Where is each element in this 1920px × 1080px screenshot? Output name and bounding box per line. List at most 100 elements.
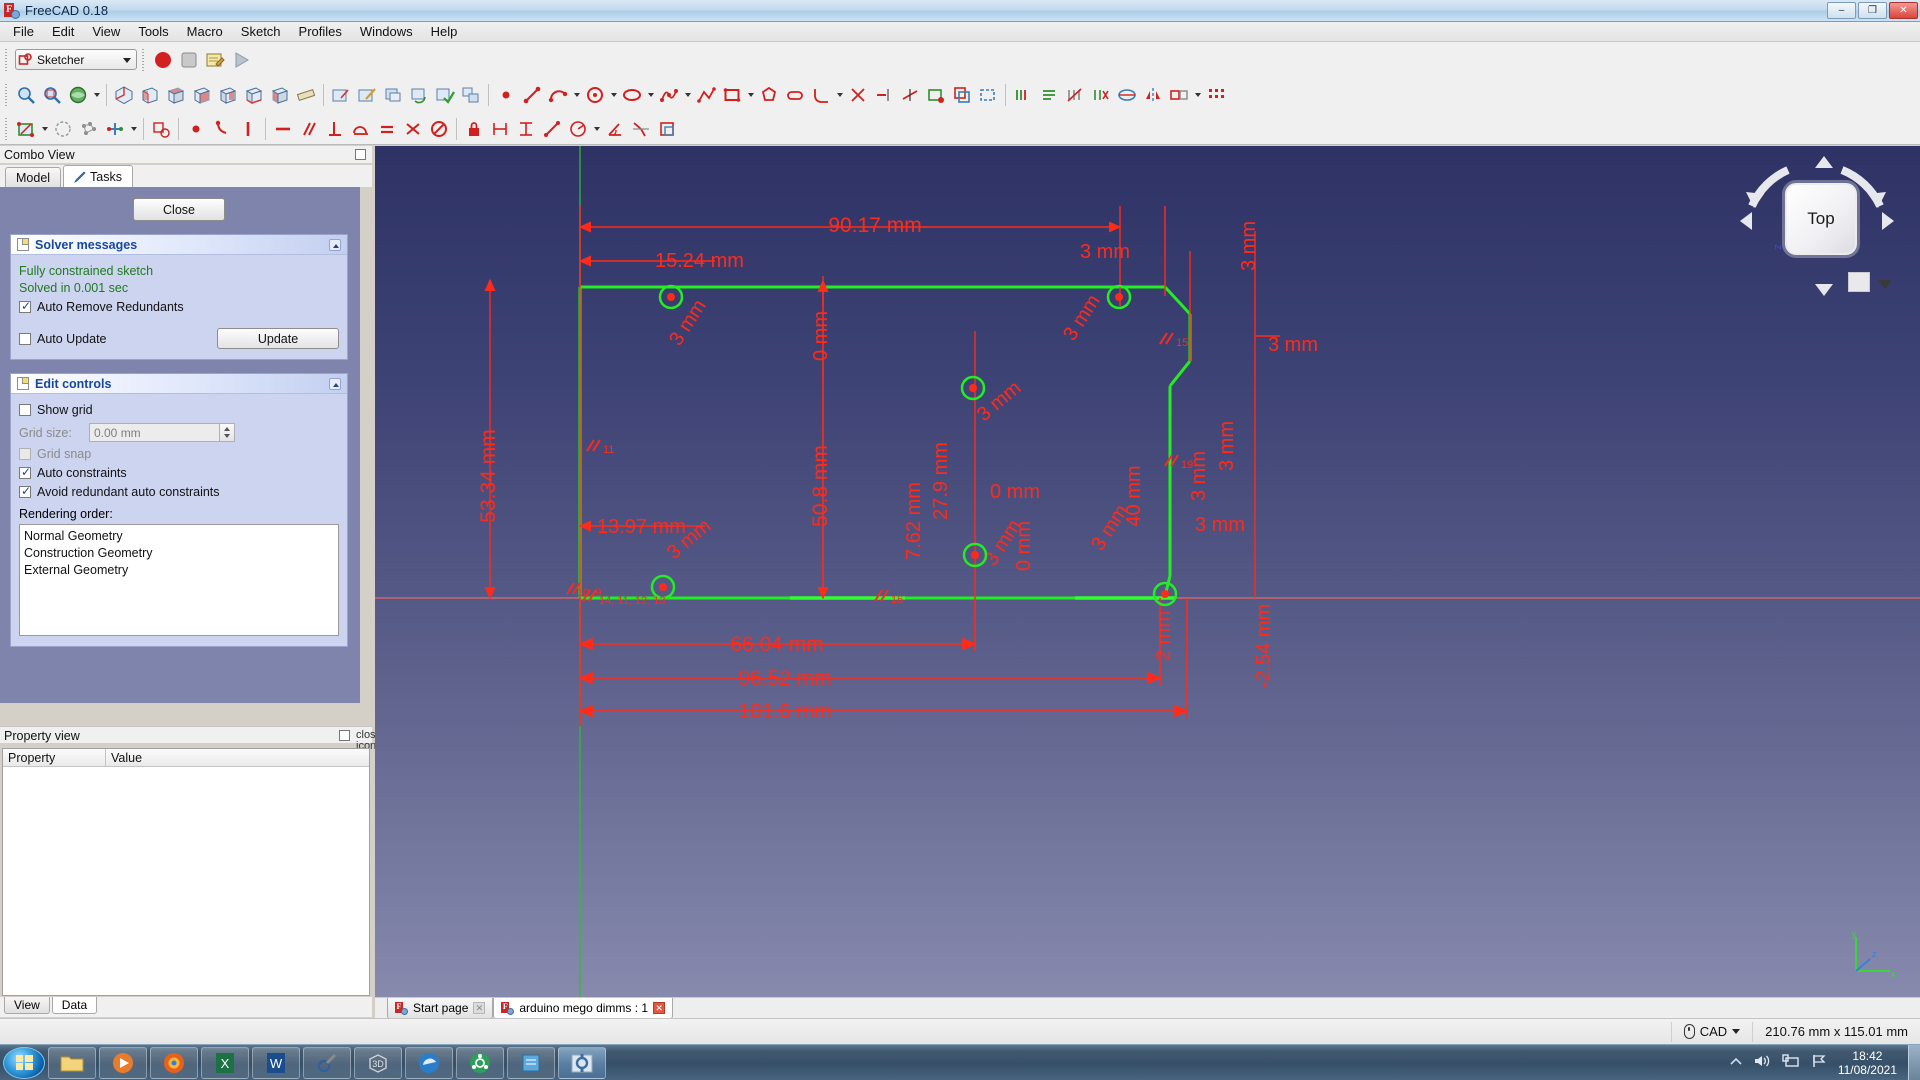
- perpendicular-icon[interactable]: [322, 116, 348, 142]
- rectangular-array-icon[interactable]: [1203, 82, 1229, 108]
- doc-tab-close-icon-2[interactable]: ✕: [653, 1002, 666, 1014]
- maximize-button[interactable]: ❐: [1858, 2, 1887, 19]
- close-icon[interactable]: close-icon: [356, 730, 385, 752]
- trim-icon[interactable]: [845, 82, 871, 108]
- auto-remove-redundants-row[interactable]: Auto Remove Redundants: [19, 299, 339, 314]
- grid-size-stepper[interactable]: 0.00 mm: [89, 423, 235, 442]
- menu-help[interactable]: Help: [422, 22, 467, 41]
- tab-model[interactable]: Model: [5, 167, 62, 187]
- reorient-sketch-icon[interactable]: [406, 82, 432, 108]
- merge-sketch-icon[interactable]: [458, 82, 484, 108]
- collapse-icon-2[interactable]: [329, 378, 341, 390]
- tangent-icon[interactable]: [348, 116, 374, 142]
- volume-icon[interactable]: [1753, 1053, 1771, 1072]
- workbench-selector[interactable]: Sketcher: [15, 49, 137, 70]
- toolbar-grip[interactable]: [3, 48, 10, 71]
- chevron-down-icon-status[interactable]: [1732, 1029, 1741, 1034]
- polyline-icon[interactable]: [693, 82, 719, 108]
- list-item[interactable]: Construction Geometry: [24, 545, 334, 562]
- pin-icon[interactable]: [355, 149, 366, 160]
- conic-icon[interactable]: [619, 82, 645, 108]
- grid-snap-checkbox[interactable]: [19, 448, 31, 460]
- angle-icon[interactable]: [602, 116, 628, 142]
- fillet-caret-icon[interactable]: [834, 82, 845, 108]
- rectangle-icon[interactable]: [719, 82, 745, 108]
- restore-internal-geometry-icon[interactable]: [1114, 82, 1140, 108]
- action-center-icon[interactable]: [1811, 1053, 1827, 1072]
- parallel-icon[interactable]: [296, 116, 322, 142]
- render-order-icon[interactable]: [76, 116, 102, 142]
- top-view-icon[interactable]: [163, 82, 189, 108]
- tab-data[interactable]: Data: [51, 997, 98, 1014]
- right-view-icon[interactable]: [189, 82, 215, 108]
- section-icon[interactable]: [102, 116, 128, 142]
- stop-macro-icon[interactable]: [176, 47, 202, 73]
- doc-tab-start-page[interactable]: F Start page ✕: [387, 998, 494, 1019]
- radius-caret-icon[interactable]: [591, 116, 602, 142]
- point-icon[interactable]: [493, 82, 519, 108]
- horizontal-icon[interactable]: [270, 116, 296, 142]
- line-icon[interactable]: [519, 82, 545, 108]
- menu-profiles[interactable]: Profiles: [290, 22, 351, 41]
- point-on-object-icon[interactable]: [209, 116, 235, 142]
- sketch-viewport[interactable]: 90.17 mm 15.24 mm 53.34 mm 50.8 mm 13.97…: [375, 146, 1920, 997]
- sketcher-tools-icon[interactable]: [148, 116, 174, 142]
- symmetry-icon[interactable]: [1140, 82, 1166, 108]
- conic-caret-icon[interactable]: [645, 82, 656, 108]
- nav-cube-caret-icon[interactable]: [1878, 280, 1892, 289]
- float-icon[interactable]: [339, 730, 350, 741]
- taskbar-item-ubuntu[interactable]: [456, 1046, 504, 1079]
- measure-icon[interactable]: [293, 82, 319, 108]
- show-grid-row[interactable]: Show grid: [19, 403, 339, 417]
- taskbar-item-firefox[interactable]: [150, 1046, 198, 1079]
- rectangle-caret-icon[interactable]: [745, 82, 756, 108]
- auto-constraints-row[interactable]: Auto constraints: [19, 465, 339, 480]
- snells-law-icon[interactable]: [628, 116, 654, 142]
- internal-alignment-icon[interactable]: [654, 116, 680, 142]
- close-button[interactable]: ✕: [1889, 2, 1918, 19]
- visual-caret-icon[interactable]: [39, 116, 50, 142]
- auto-remove-redundants-checkbox[interactable]: [19, 299, 31, 313]
- draw-style-caret-icon[interactable]: [91, 82, 102, 108]
- arc-icon[interactable]: [545, 82, 571, 108]
- rear-view-icon[interactable]: [215, 82, 241, 108]
- left-view-icon[interactable]: [267, 82, 293, 108]
- symmetric-constraint-icon[interactable]: [400, 116, 426, 142]
- show-grid-checkbox[interactable]: [19, 404, 31, 416]
- map-sketch-icon[interactable]: [380, 82, 406, 108]
- nav-cube-mini-icon[interactable]: [1848, 272, 1870, 292]
- regular-polygon-icon[interactable]: [756, 82, 782, 108]
- create-sketch-icon[interactable]: [328, 82, 354, 108]
- start-button[interactable]: [3, 1046, 45, 1079]
- select-redundant-icon[interactable]: [1062, 82, 1088, 108]
- virtual-space-icon[interactable]: [50, 116, 76, 142]
- bottom-view-icon[interactable]: [241, 82, 267, 108]
- vertical-distance-icon[interactable]: [513, 116, 539, 142]
- chevron-down-icon[interactable]: [123, 58, 131, 63]
- menu-macro[interactable]: Macro: [178, 22, 232, 41]
- navigation-style-cell[interactable]: CAD: [1670, 1021, 1752, 1042]
- rendering-order-list[interactable]: Normal Geometry Construction Geometry Ex…: [19, 524, 339, 636]
- grid-size-spin-buttons[interactable]: [219, 424, 234, 441]
- minimize-button[interactable]: –: [1827, 2, 1856, 19]
- list-item[interactable]: External Geometry: [24, 562, 334, 579]
- menu-view[interactable]: View: [83, 22, 129, 41]
- auto-update-checkbox[interactable]: [19, 332, 31, 345]
- toolbar-grip-view[interactable]: [3, 83, 10, 106]
- edit-sketch-icon[interactable]: [354, 82, 380, 108]
- execute-macro-icon[interactable]: [228, 47, 254, 73]
- slot-icon[interactable]: [782, 82, 808, 108]
- circle-icon[interactable]: [582, 82, 608, 108]
- show-hidden-icons-icon[interactable]: [1730, 1055, 1742, 1070]
- collapse-icon[interactable]: [329, 239, 341, 251]
- taskbar-item-notepad[interactable]: [507, 1046, 555, 1079]
- vertical-icon[interactable]: [235, 116, 261, 142]
- menu-windows[interactable]: Windows: [351, 22, 422, 41]
- taskbar-item-freecad[interactable]: [558, 1046, 606, 1079]
- toolbar-grip-visual[interactable]: [3, 117, 10, 140]
- navigation-cube[interactable]: Top z: [1730, 146, 1900, 306]
- auto-update-row[interactable]: Auto Update Update: [19, 328, 339, 349]
- split-icon[interactable]: [897, 82, 923, 108]
- taskbar-item-3d-app[interactable]: 3D: [354, 1046, 402, 1079]
- avoid-redundant-checkbox[interactable]: [19, 484, 31, 498]
